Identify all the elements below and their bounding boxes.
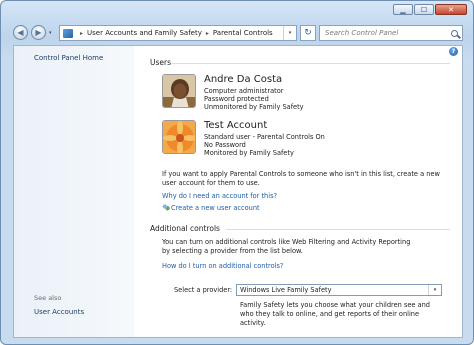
search-icon[interactable] <box>451 29 458 37</box>
main-pane: Users Andre Da Costa Computer administra… <box>150 46 450 337</box>
why-account-link[interactable]: Why do I need an account for this? <box>162 192 277 200</box>
user-detail: Unmonitored by Family Safety <box>204 103 304 111</box>
user-name: Andre Da Costa <box>204 74 283 85</box>
left-pane: Control Panel Home See also User Account… <box>14 46 134 337</box>
additional-controls-info: You can turn on additional controls like… <box>162 238 411 255</box>
create-account-info: If you want to apply Parental Controls t… <box>162 170 440 187</box>
refresh-icon: ↻ <box>304 28 312 38</box>
breadcrumb-separator: ▸ <box>205 29 209 37</box>
users-section-title: Users <box>150 58 172 67</box>
user-detail: Computer administrator <box>204 87 284 95</box>
window: ▁ ☐ ✕ ◀ ▶ ▾ ▸ User Accounts and Family S… <box>0 0 474 345</box>
forward-button[interactable]: ▶ <box>31 25 46 40</box>
user-accounts-link[interactable]: User Accounts <box>34 308 84 316</box>
chevron-down-icon[interactable]: ▾ <box>428 285 441 295</box>
breadcrumb-user-accounts[interactable]: User Accounts and Family Safety <box>87 29 202 37</box>
caption-buttons: ▁ ☐ ✕ <box>393 4 467 15</box>
provider-description: Family Safety lets you choose what your … <box>240 301 430 327</box>
search-input[interactable] <box>320 28 445 38</box>
user-avatar-photo <box>162 74 196 108</box>
content-area: ? Control Panel Home See also User Accou… <box>13 45 463 338</box>
additional-controls-title: Additional controls <box>150 224 220 233</box>
minimize-button[interactable]: ▁ <box>393 4 413 15</box>
refresh-button[interactable]: ↻ <box>300 25 316 41</box>
user-name: Test Account <box>204 120 268 131</box>
section-divider <box>172 63 450 64</box>
address-dropdown-icon[interactable]: ▾ <box>283 26 296 40</box>
address-bar[interactable]: ▸ User Accounts and Family Safety ▸ Pare… <box>59 25 297 41</box>
user-avatar-flower <box>162 120 196 154</box>
breadcrumb-parental-controls[interactable]: Parental Controls <box>213 29 273 37</box>
search-box[interactable] <box>319 25 463 41</box>
provider-selected-value: Windows Live Family Safety <box>240 286 332 294</box>
recent-pages-button[interactable]: ▾ <box>49 30 52 36</box>
user-detail: No Password <box>204 141 246 149</box>
user-detail: Standard user - Parental Controls On <box>204 133 325 141</box>
control-panel-icon <box>63 28 73 38</box>
user-detail: Monitored by Family Safety <box>204 149 294 157</box>
section-divider <box>226 229 450 230</box>
provider-label: Select a provider: <box>174 286 233 294</box>
see-also-label: See also <box>34 294 62 302</box>
navigation-bar: ◀ ▶ ▾ ▸ User Accounts and Family Safety … <box>13 23 463 43</box>
close-button[interactable]: ✕ <box>435 4 467 15</box>
user-accounts-icon <box>162 204 170 211</box>
provider-select[interactable]: Windows Live Family Safety ▾ <box>236 284 442 296</box>
help-icon[interactable]: ? <box>449 47 458 56</box>
user-tile-test-account[interactable]: Test Account Standard user - Parental Co… <box>162 120 362 157</box>
control-panel-home-link[interactable]: Control Panel Home <box>34 54 103 62</box>
breadcrumb-separator: ▸ <box>80 29 84 37</box>
back-arrow-icon: ◀ <box>17 28 24 37</box>
forward-arrow-icon: ▶ <box>35 28 42 37</box>
create-user-label: Create a new user account <box>171 204 260 212</box>
create-user-link[interactable]: Create a new user account <box>162 204 260 212</box>
user-detail: Password protected <box>204 95 269 103</box>
user-tile-andre[interactable]: Andre Da Costa Computer administrator Pa… <box>162 74 362 111</box>
how-additional-controls-link[interactable]: How do I turn on additional controls? <box>162 262 283 270</box>
back-button[interactable]: ◀ <box>13 25 28 40</box>
maximize-button[interactable]: ☐ <box>414 4 434 15</box>
